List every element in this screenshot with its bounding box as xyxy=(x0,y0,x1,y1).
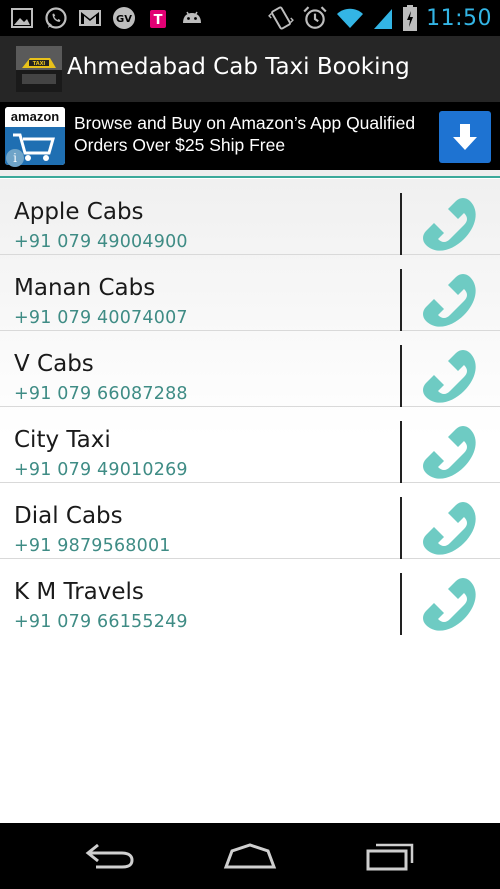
contact-phone: +91 079 49010269 xyxy=(14,460,188,480)
svg-text:GV: GV xyxy=(116,14,132,25)
home-icon[interactable] xyxy=(222,839,278,873)
tmobile-icon: T xyxy=(150,10,166,28)
whatsapp-icon xyxy=(45,7,67,29)
contact-phone: +91 079 66087288 xyxy=(14,384,188,404)
contact-phone: +91 079 40074007 xyxy=(14,308,188,328)
ad-text[interactable]: Browse and Buy on Amazon’s App Qualified… xyxy=(74,112,434,156)
row-divider xyxy=(400,345,402,407)
action-bar: TAXI Ahmedabad Cab Taxi Booking xyxy=(0,36,500,102)
download-arrow-icon xyxy=(453,124,477,150)
navigation-bar xyxy=(0,823,500,889)
recent-apps-icon[interactable] xyxy=(362,839,418,873)
wifi-icon xyxy=(337,8,364,28)
contact-name: Dial Cabs xyxy=(14,503,123,529)
gmail-icon xyxy=(79,10,101,26)
phone-icon[interactable] xyxy=(418,497,482,561)
svg-text:T: T xyxy=(154,13,163,28)
vibrate-icon xyxy=(268,6,295,30)
svg-text:TAXI: TAXI xyxy=(33,61,46,67)
phone-icon[interactable] xyxy=(418,421,482,485)
ad-info-icon[interactable]: i xyxy=(6,149,24,167)
ad-banner[interactable]: amazon i Browse and Buy on Amazon’s App … xyxy=(0,102,500,170)
alarm-icon xyxy=(303,6,327,29)
contact-name: K M Travels xyxy=(14,579,144,605)
contact-phone: +91 079 66155249 xyxy=(14,612,188,632)
amazon-logo-text: amazon xyxy=(5,107,65,127)
battery-icon xyxy=(403,5,418,31)
list-item[interactable]: City Taxi +91 079 49010269 xyxy=(0,407,500,483)
signal-icon xyxy=(374,9,393,29)
contact-name: City Taxi xyxy=(14,427,111,453)
phone-icon[interactable] xyxy=(418,345,482,409)
status-bar: GV T 11:50 xyxy=(0,0,500,36)
row-divider xyxy=(400,269,402,331)
header-divider xyxy=(0,170,500,179)
row-divider xyxy=(400,421,402,483)
contact-list: Apple Cabs +91 079 49004900 Manan Cabs +… xyxy=(0,179,500,823)
list-item[interactable]: Apple Cabs +91 079 49004900 xyxy=(0,179,500,255)
taxi-icon[interactable]: TAXI xyxy=(16,46,62,92)
google-voice-icon: GV xyxy=(113,7,135,29)
phone-icon[interactable] xyxy=(418,573,482,637)
contact-name: V Cabs xyxy=(14,351,94,377)
row-divider xyxy=(400,193,402,255)
contact-phone: +91 9879568001 xyxy=(14,536,171,556)
contact-name: Apple Cabs xyxy=(14,199,144,225)
android-icon xyxy=(183,11,201,23)
back-icon[interactable] xyxy=(82,839,138,873)
row-divider xyxy=(400,497,402,559)
system-icons: 11:50 xyxy=(268,4,492,32)
list-item[interactable]: Manan Cabs +91 079 40074007 xyxy=(0,255,500,331)
app-title: Ahmedabad Cab Taxi Booking xyxy=(67,54,410,80)
list-item[interactable]: K M Travels +91 079 66155249 xyxy=(0,559,500,635)
phone-icon[interactable] xyxy=(418,193,482,257)
notification-icons: GV T xyxy=(10,6,204,30)
contact-phone: +91 079 49004900 xyxy=(14,232,188,252)
clock: 11:50 xyxy=(426,5,492,31)
contact-name: Manan Cabs xyxy=(14,275,156,301)
row-divider xyxy=(400,573,402,635)
list-item[interactable]: V Cabs +91 079 66087288 xyxy=(0,331,500,407)
picture-icon xyxy=(11,8,33,28)
ad-download-button[interactable] xyxy=(439,111,491,163)
phone-icon[interactable] xyxy=(418,269,482,333)
list-item[interactable]: Dial Cabs +91 9879568001 xyxy=(0,483,500,559)
